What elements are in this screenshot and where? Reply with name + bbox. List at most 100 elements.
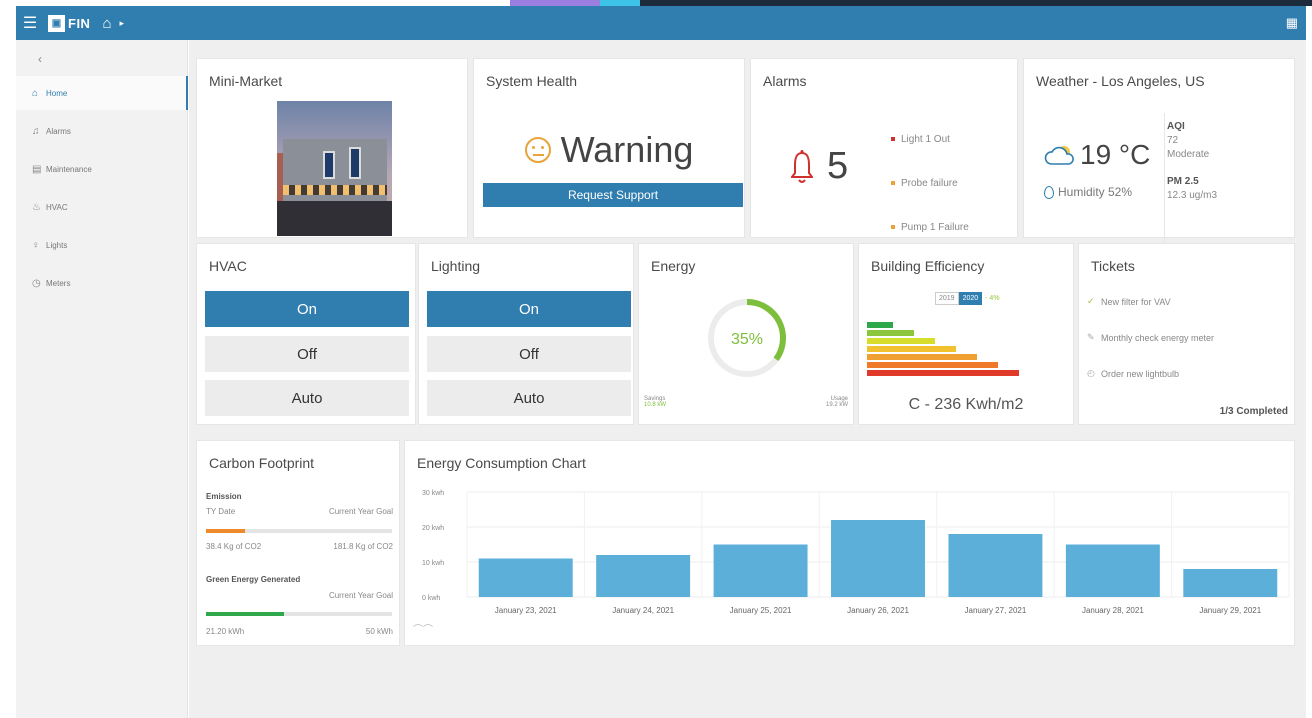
- green-goal: 50 kWh: [365, 627, 393, 636]
- green-goal-label: Current Year Goal: [328, 591, 393, 600]
- sidebar-item-alarms[interactable]: ♫ Alarms: [16, 114, 188, 148]
- hvac-on-button[interactable]: On: [205, 291, 409, 327]
- green-progress-fill: [206, 612, 285, 616]
- request-support-button[interactable]: Request Support: [483, 183, 743, 207]
- card-title: Tickets: [1091, 258, 1135, 274]
- card-title: Building Efficiency: [871, 258, 985, 274]
- grid-icon[interactable]: ▦: [1286, 15, 1298, 31]
- app-header: ☰ ▣ FIN ⌂ ▸ ▦: [16, 6, 1306, 40]
- aqi-label: AQI: [1167, 121, 1185, 132]
- card-title: Mini-Market: [209, 73, 283, 89]
- year-option-selected[interactable]: 2020: [958, 292, 983, 305]
- usage-value: 19.2 kW: [825, 402, 848, 408]
- x-tick-label: January 27, 2021: [965, 606, 1027, 615]
- chart-bar: [948, 534, 1043, 597]
- ticket-label: Order new lightbulb: [1101, 368, 1180, 379]
- sidebar: ‹ ⌂ Home ♫ Alarms ▤ Maintenance ♨ HVAC ♀…: [16, 40, 188, 718]
- sidebar-item-label: Maintenance: [46, 164, 92, 174]
- chart-bar: [478, 558, 573, 597]
- system-health-card: System Health Warning Request Support: [473, 58, 745, 238]
- breadcrumb-caret-icon: ▸: [119, 17, 125, 28]
- air-quality: AQI 72 Moderate PM 2.5 12.3 ug/m3: [1164, 113, 1217, 243]
- alarm-summary[interactable]: 5: [791, 145, 848, 188]
- right-margin: [1306, 6, 1312, 718]
- left-margin: [0, 0, 16, 718]
- tickets-card: Tickets ✓ New filter for VAV ✎ Monthly c…: [1078, 243, 1295, 425]
- chart-bar: [713, 544, 808, 597]
- card-title: System Health: [486, 73, 578, 89]
- neutral-face-icon: [524, 137, 551, 163]
- energy-usage: Usage 19.2 kW: [826, 396, 848, 408]
- alarms-card: Alarms 5 Light 1 Out Probe failure Pump …: [750, 58, 1018, 238]
- weather-card: Weather - Los Angeles, US 19 °C Humidity…: [1023, 58, 1295, 243]
- ticket-item[interactable]: ◴ Order new lightbulb: [1087, 368, 1179, 379]
- hamburger-icon[interactable]: ☰: [16, 13, 44, 33]
- energy-card: Energy 35% Savings 10.8 kW Usage 19.2 kW: [638, 243, 854, 425]
- lighting-card: Lighting On Off Auto: [418, 243, 634, 425]
- screen: ☰ ▣ FIN ⌂ ▸ ▦ ‹ ⌂ Home ♫ Alarms ▤ Mainte…: [0, 0, 1312, 718]
- y-tick-label: 20 kwh: [422, 525, 444, 532]
- efficiency-band-4: [867, 346, 956, 352]
- pencil-icon: ✎: [1087, 332, 1095, 342]
- store-photo: [277, 101, 392, 236]
- app-logo[interactable]: ▣ FIN: [48, 14, 90, 32]
- alarm-label: Pump 1 Failure: [901, 221, 969, 233]
- ticket-label: New filter for VAV: [1101, 296, 1171, 307]
- card-title: Alarms: [763, 73, 807, 89]
- lighting-off-button[interactable]: Off: [427, 336, 631, 372]
- chart-bar: [1065, 544, 1160, 597]
- ytd-label: TY Date: [206, 507, 236, 516]
- green-energy-label: Green Energy Generated: [206, 575, 301, 584]
- card-title: Lighting: [431, 258, 481, 274]
- humidity-value: Humidity 52%: [1058, 185, 1133, 199]
- ticket-item[interactable]: ✎ Monthly check energy meter: [1087, 332, 1214, 343]
- lightbulb-icon: ♀: [32, 239, 40, 251]
- hvac-auto-button[interactable]: Auto: [205, 380, 409, 416]
- alarm-label: Probe failure: [901, 177, 958, 189]
- sidebar-item-lights[interactable]: ♀ Lights: [16, 228, 188, 262]
- emission-goal: 181.8 Kg of CO2: [333, 542, 393, 551]
- emission-label: Emission: [206, 492, 242, 501]
- emission-value: 38.4 Kg of CO2: [206, 542, 262, 551]
- gauge-icon: ◷: [32, 277, 41, 289]
- arrow-left-icon[interactable]: ‹: [38, 52, 42, 66]
- sidebar-item-label: Lights: [46, 240, 68, 250]
- sidebar-item-maintenance[interactable]: ▤ Maintenance: [16, 152, 188, 186]
- energy-consumption-chart: 0 kwh 10 kwh 20 kwh 30 kwh January 23, 2021 J…: [422, 490, 1290, 615]
- sidebar-item-home[interactable]: ⌂ Home: [16, 76, 188, 110]
- ticket-item[interactable]: ✓ New filter for VAV: [1087, 296, 1171, 307]
- health-status: Warning: [474, 129, 744, 171]
- chart-bar: [1183, 569, 1278, 597]
- partly-cloudy-icon: [1044, 146, 1074, 165]
- sidebar-item-label: Home: [46, 88, 68, 98]
- check-icon: ✓: [1087, 296, 1095, 306]
- year-selector: 2019 2020 - 4%: [935, 292, 1003, 305]
- card-title: Energy: [651, 258, 696, 274]
- sidebar-item-hvac[interactable]: ♨ HVAC: [16, 190, 188, 224]
- hvac-off-button[interactable]: Off: [205, 336, 409, 372]
- mini-market-card: Mini-Market: [196, 58, 468, 238]
- logo-mark: ▣: [48, 14, 65, 32]
- efficiency-band-5: [867, 354, 977, 360]
- x-tick-label: January 24, 2021: [612, 606, 674, 615]
- efficiency-band-1: [867, 322, 893, 328]
- sidebar-item-meters[interactable]: ◷ Meters: [16, 266, 188, 300]
- lighting-on-button[interactable]: On: [427, 291, 631, 327]
- sparkline-icon: ⌒⌒: [413, 625, 433, 636]
- home-icon: ⌂: [32, 87, 39, 99]
- hvac-card: HVAC On Off Auto: [196, 243, 416, 425]
- alarm-item[interactable]: Probe failure: [891, 161, 969, 205]
- alarm-item[interactable]: Light 1 Out: [891, 117, 969, 161]
- x-tick-label: January 29, 2021: [1199, 606, 1261, 615]
- pm-value: 12.3 ug/m3: [1167, 190, 1218, 201]
- chart-bar: [831, 520, 925, 597]
- aqi-status: Moderate: [1167, 149, 1210, 160]
- lighting-auto-button[interactable]: Auto: [427, 380, 631, 416]
- energy-savings: Savings 10.8 kW: [644, 396, 666, 408]
- year-option[interactable]: 2019: [935, 292, 959, 305]
- home-icon[interactable]: ⌂: [102, 15, 111, 32]
- sidebar-item-label: Alarms: [46, 126, 71, 136]
- y-tick-label: 0 kwh: [422, 595, 440, 602]
- y-tick-label: 30 kwh: [422, 490, 444, 497]
- flame-icon: ♨: [32, 201, 41, 213]
